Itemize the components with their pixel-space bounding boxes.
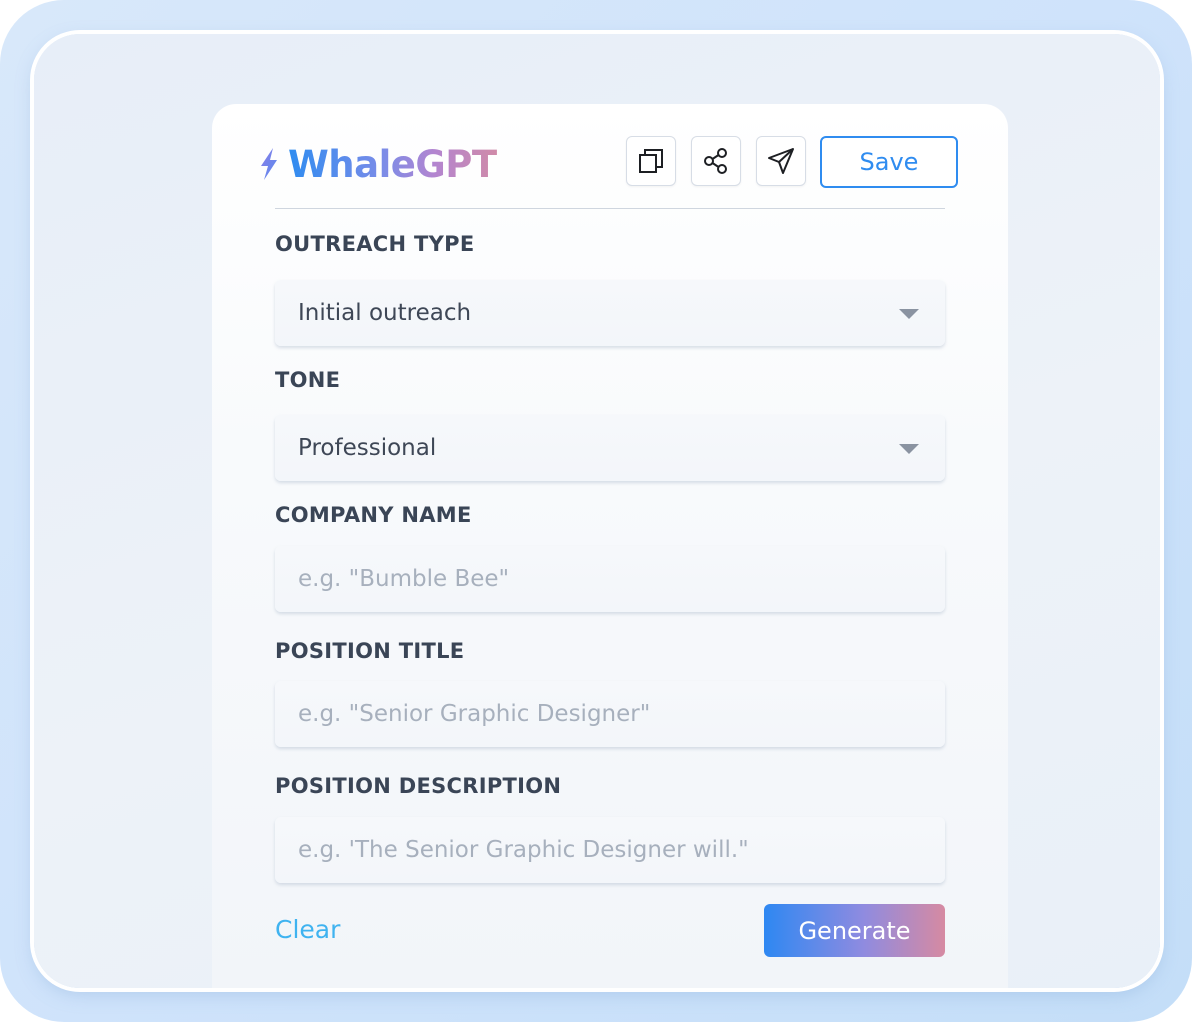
tone-label: TONE	[275, 368, 341, 392]
chevron-down-icon	[899, 444, 919, 454]
send-button[interactable]	[756, 136, 806, 186]
app-logo: WhaleGPT	[258, 142, 497, 186]
clear-button[interactable]: Clear	[275, 908, 340, 952]
save-button[interactable]: Save	[820, 136, 958, 188]
position-description-label: POSITION DESCRIPTION	[275, 774, 562, 798]
position-description-input[interactable]	[275, 817, 945, 883]
app-name: WhaleGPT	[288, 142, 497, 186]
card-header: WhaleGPT Save	[212, 104, 1008, 209]
outreach-type-select[interactable]: Initial outreach	[275, 280, 945, 346]
share-icon	[704, 148, 727, 174]
outreach-type-value: Initial outreach	[298, 300, 472, 326]
position-title-input[interactable]	[275, 681, 945, 747]
company-name-input[interactable]	[275, 546, 945, 612]
header-divider	[275, 208, 945, 209]
copy-button[interactable]	[626, 136, 676, 186]
chevron-down-icon	[899, 309, 919, 319]
send-icon	[768, 148, 794, 174]
generate-button[interactable]: Generate	[764, 904, 945, 957]
company-name-field	[275, 546, 945, 612]
position-description-field	[275, 817, 945, 883]
copy-icon	[639, 149, 663, 173]
tone-select[interactable]: Professional	[275, 415, 945, 481]
outreach-type-label: OUTREACH TYPE	[275, 232, 475, 256]
share-button[interactable]	[691, 136, 741, 186]
bolt-icon	[261, 148, 277, 180]
position-title-field	[275, 681, 945, 747]
company-name-label: COMPANY NAME	[275, 503, 472, 527]
position-title-label: POSITION TITLE	[275, 639, 465, 663]
generator-card: WhaleGPT Save OUTREACH TYPE Initial outr…	[212, 104, 1008, 988]
tone-value: Professional	[298, 435, 437, 461]
